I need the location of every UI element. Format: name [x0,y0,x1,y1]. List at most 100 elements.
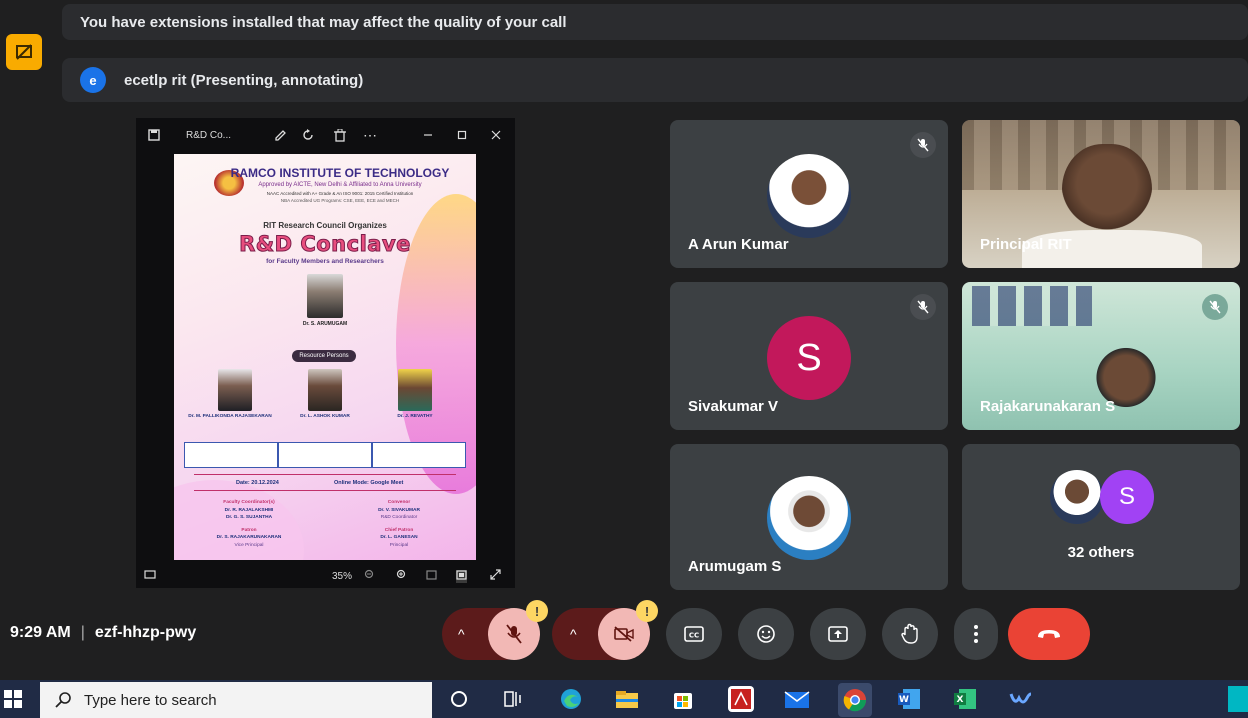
edge-icon[interactable] [558,686,584,712]
raise-hand-button[interactable] [882,608,938,660]
meeting-code: ezf-hhzp-pwy [94,624,197,641]
speaker3-name: Dr. J. REVATHY [397,414,433,419]
poster-chief-patron-role: Principal [389,543,409,548]
avatar [1050,470,1104,524]
teams-icon[interactable] [1008,686,1034,712]
poster-coord-title: Faculty Coordinator(s) [223,500,275,505]
tray-icon[interactable] [1228,686,1248,712]
presenting-bar: e ecetlp rit (Presenting, annotating) [62,58,1248,102]
participant-tile-arumugam[interactable]: Arumugam S [670,444,948,590]
participant-tile-others[interactable]: S 32 others [962,444,1240,590]
chrome-icon[interactable] [838,683,872,717]
expand-icon[interactable] [490,569,501,583]
more-options-button[interactable] [954,608,998,660]
avatar [767,154,851,238]
poster-convenor-role: R&D Coordinator [380,515,418,520]
reactions-button[interactable] [738,608,794,660]
save-icon[interactable] [146,127,162,143]
video-background [972,286,1092,326]
mic-off-icon [1202,294,1228,320]
mic-off-icon [910,294,936,320]
poster-patron-title: Patron [241,528,257,533]
excel-icon[interactable]: X [952,686,978,712]
zoom-out-icon[interactable] [364,569,375,583]
presentation-viewer: R&D Co... ⋯ RAMCO INSTITUTE OF TECHNOLOG… [136,118,515,588]
poster-decoration-bottom [174,480,304,560]
poster-date: Date: 20.12.2024 [236,480,279,486]
poster-patron-role: Vice Principal [234,543,264,548]
maximize-icon[interactable] [454,127,470,143]
speaker1-name: Dr. M. PALLIKONDA RAJASEKARAN [188,414,272,419]
presenter-avatar: e [80,67,106,93]
leave-call-button[interactable] [1008,608,1090,660]
word-icon[interactable]: W [896,686,922,712]
edit-icon[interactable] [272,127,288,143]
svg-text:X: X [957,695,964,705]
rotate-icon[interactable] [300,127,316,143]
file-explorer-icon[interactable] [614,686,640,712]
participant-name: Arumugam S [688,558,782,575]
present-button[interactable] [810,608,866,660]
fit-page-icon[interactable] [426,569,437,583]
delete-icon[interactable] [332,127,348,143]
windows-start-icon[interactable] [4,690,22,708]
emoji-icon [757,625,775,643]
speaker2-name: Dr. L. ASHOK KUMAR [300,414,350,419]
pdf-reader-icon[interactable] [728,686,754,712]
participant-tile-rajakarunakaran[interactable]: Rajakarunakaran S [962,282,1240,430]
viewer-title: R&D Co... [186,129,232,141]
poster-patron: Dr. S. RAJAKARUNAKARAN [216,535,282,540]
svg-text:W: W [899,695,909,705]
camera-options-chevron-icon[interactable]: ^ [570,626,577,642]
participant-tile-arun[interactable]: A Arun Kumar [670,120,948,268]
minimize-icon[interactable] [420,127,436,143]
more-icon[interactable]: ⋯ [362,127,378,143]
avatar: S [1100,470,1154,524]
poster-divider [194,474,456,475]
session3-box [372,442,466,468]
mic-warning-icon: ! [526,600,548,622]
poster-audience: for Faculty Members and Researchers [266,258,384,265]
poster-organizes: RIT Research Council Organizes [263,221,387,230]
close-icon[interactable] [488,127,504,143]
meet-window: You have extensions installed that may a… [0,0,1248,718]
more-vert-icon [974,625,978,643]
store-icon[interactable] [670,686,696,712]
mic-options-chevron-icon[interactable]: ^ [458,626,465,642]
poster-coord2: Dr. G. S. SUJANTHA [225,515,273,520]
poster-chief-patron: Dr. L. GANESAN [380,535,418,540]
resource-persons-badge: Resource Persons [292,350,356,362]
poster-naac: NAAC Accredited with A+ Grade & An ISO 9… [266,191,414,196]
zoom-level: 35% [332,570,353,582]
taskbar-search[interactable]: Type here to search [40,682,432,718]
presenting-text: ecetlp rit (Presenting, annotating) [124,71,364,89]
participant-name: Principal RIT [980,236,1072,253]
slideshow-icon[interactable] [144,569,156,583]
mic-control-group: ^ [442,608,540,660]
cortana-icon[interactable] [446,686,472,712]
fit-width-icon[interactable] [456,569,467,583]
participant-video [1062,144,1152,244]
viewer-toolbar: R&D Co... ⋯ [136,118,515,152]
captions-button[interactable]: CC [666,608,722,660]
hang-up-icon [1038,630,1060,638]
poster-institute: RAMCO INSTITUTE OF TECHNOLOGY [230,166,450,180]
extension-warning-icon[interactable] [6,34,42,70]
svg-text:CC: CC [689,632,699,640]
event-poster: RAMCO INSTITUTE OF TECHNOLOGY Approved b… [174,154,476,560]
participant-tile-principal[interactable]: Principal RIT [962,120,1240,268]
avatar: S [767,316,851,400]
mail-icon[interactable] [784,686,810,712]
search-icon [55,692,71,708]
camera-off-icon [614,626,634,642]
zoom-in-icon[interactable] [396,569,407,583]
poster-chief-patron-title: Chief Patron [384,528,414,533]
participant-tile-sivakumar[interactable]: S Sivakumar V [670,282,948,430]
mic-off-icon [910,132,936,158]
extension-banner: You have extensions installed that may a… [62,4,1248,40]
speaker-main-photo [307,274,343,318]
camera-warning-icon: ! [636,600,658,622]
poster-coord1: Dr. R. RAJALAKSHMI [224,508,274,513]
participant-name: Sivakumar V [688,398,779,415]
task-view-icon[interactable] [500,686,526,712]
